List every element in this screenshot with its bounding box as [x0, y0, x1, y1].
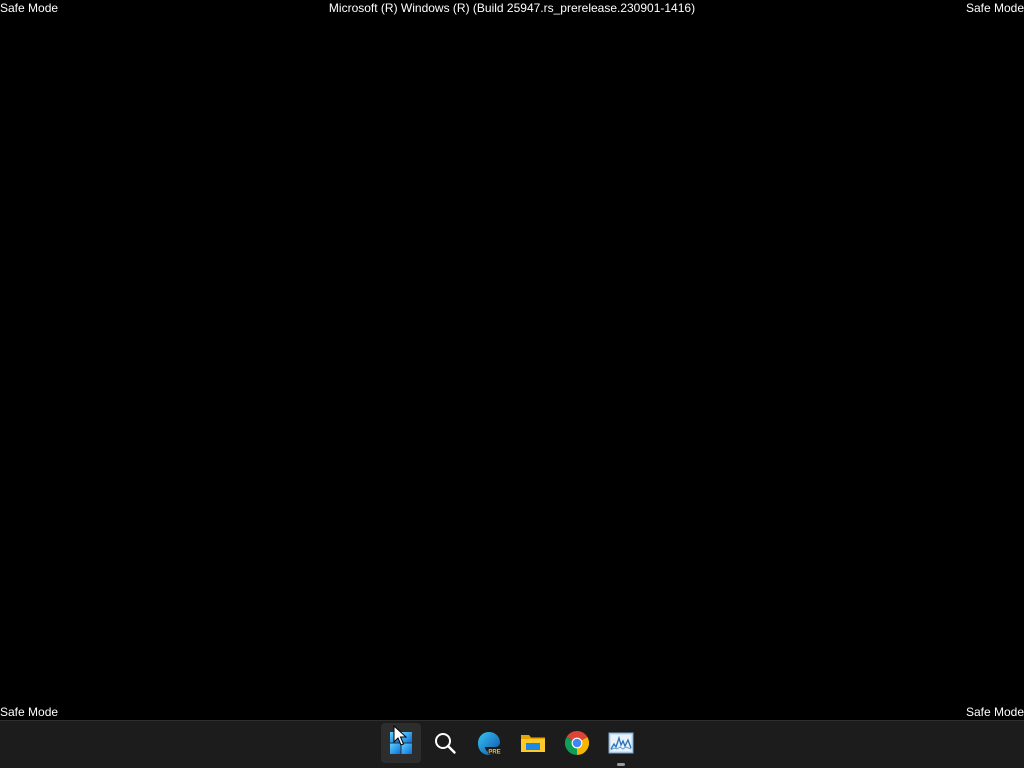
search-icon [435, 733, 456, 754]
edge-preview-icon: PRE [478, 732, 501, 755]
resource-monitor-icon [608, 732, 634, 754]
safe-mode-label-bottom-left: Safe Mode [0, 705, 59, 719]
taskbar: PRE [0, 720, 1024, 768]
mouse-pointer-icon [393, 725, 407, 746]
chrome-button[interactable] [557, 723, 597, 763]
file-explorer-button[interactable] [513, 723, 553, 763]
running-indicator [617, 763, 625, 766]
safe-mode-label-top-right: Safe Mode [965, 1, 1024, 15]
svg-text:PRE: PRE [488, 749, 500, 755]
edge-preview-button[interactable]: PRE [469, 723, 509, 763]
safe-mode-label-bottom-right: Safe Mode [965, 705, 1024, 719]
search-button[interactable] [425, 723, 465, 763]
file-explorer-icon [521, 735, 545, 752]
taskbar-pinned-apps: PRE [381, 723, 641, 767]
chrome-icon [565, 731, 589, 755]
resource-monitor-button[interactable] [601, 723, 641, 766]
build-version-label: Microsoft (R) Windows (R) (Build 25947.r… [328, 1, 696, 15]
desktop-background[interactable]: Safe Mode Microsoft (R) Windows (R) (Bui… [0, 0, 1024, 720]
